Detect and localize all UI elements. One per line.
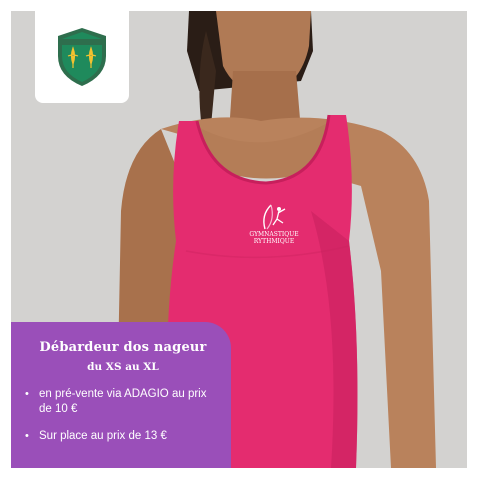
print-line-2: RYTHMIQUE: [253, 238, 295, 245]
print-line-1: GYMNASTIQUE: [249, 231, 299, 238]
product-image-frame: GYMNASTIQUE RYTHMIQUE Débardeur dos nage…: [11, 11, 467, 468]
bullet-icon: •: [25, 430, 29, 442]
gymnast-ribbon-icon: [263, 204, 286, 230]
onsite-price-text: Sur place au prix de 13 €: [39, 430, 167, 442]
product-title: Débardeur dos nageur: [39, 340, 207, 355]
shield-fleur-de-lis-icon: [58, 28, 106, 86]
price-list: • en pré-vente via ADAGIO au prix de 10 …: [25, 387, 221, 444]
product-print-logo: GYMNASTIQUE RYTHMIQUE: [243, 201, 305, 263]
list-item: • en pré-vente via ADAGIO au prix de 10 …: [25, 387, 221, 417]
club-logo-tab: [35, 11, 129, 103]
size-range: du XS au XL: [87, 361, 159, 373]
list-item: • Sur place au prix de 13 €: [25, 429, 221, 444]
presale-price-text: en pré-vente via ADAGIO au prix de 10 €: [39, 388, 207, 415]
bullet-icon: •: [25, 388, 29, 400]
product-info-card: Débardeur dos nageur du XS au XL • en pr…: [11, 322, 231, 468]
